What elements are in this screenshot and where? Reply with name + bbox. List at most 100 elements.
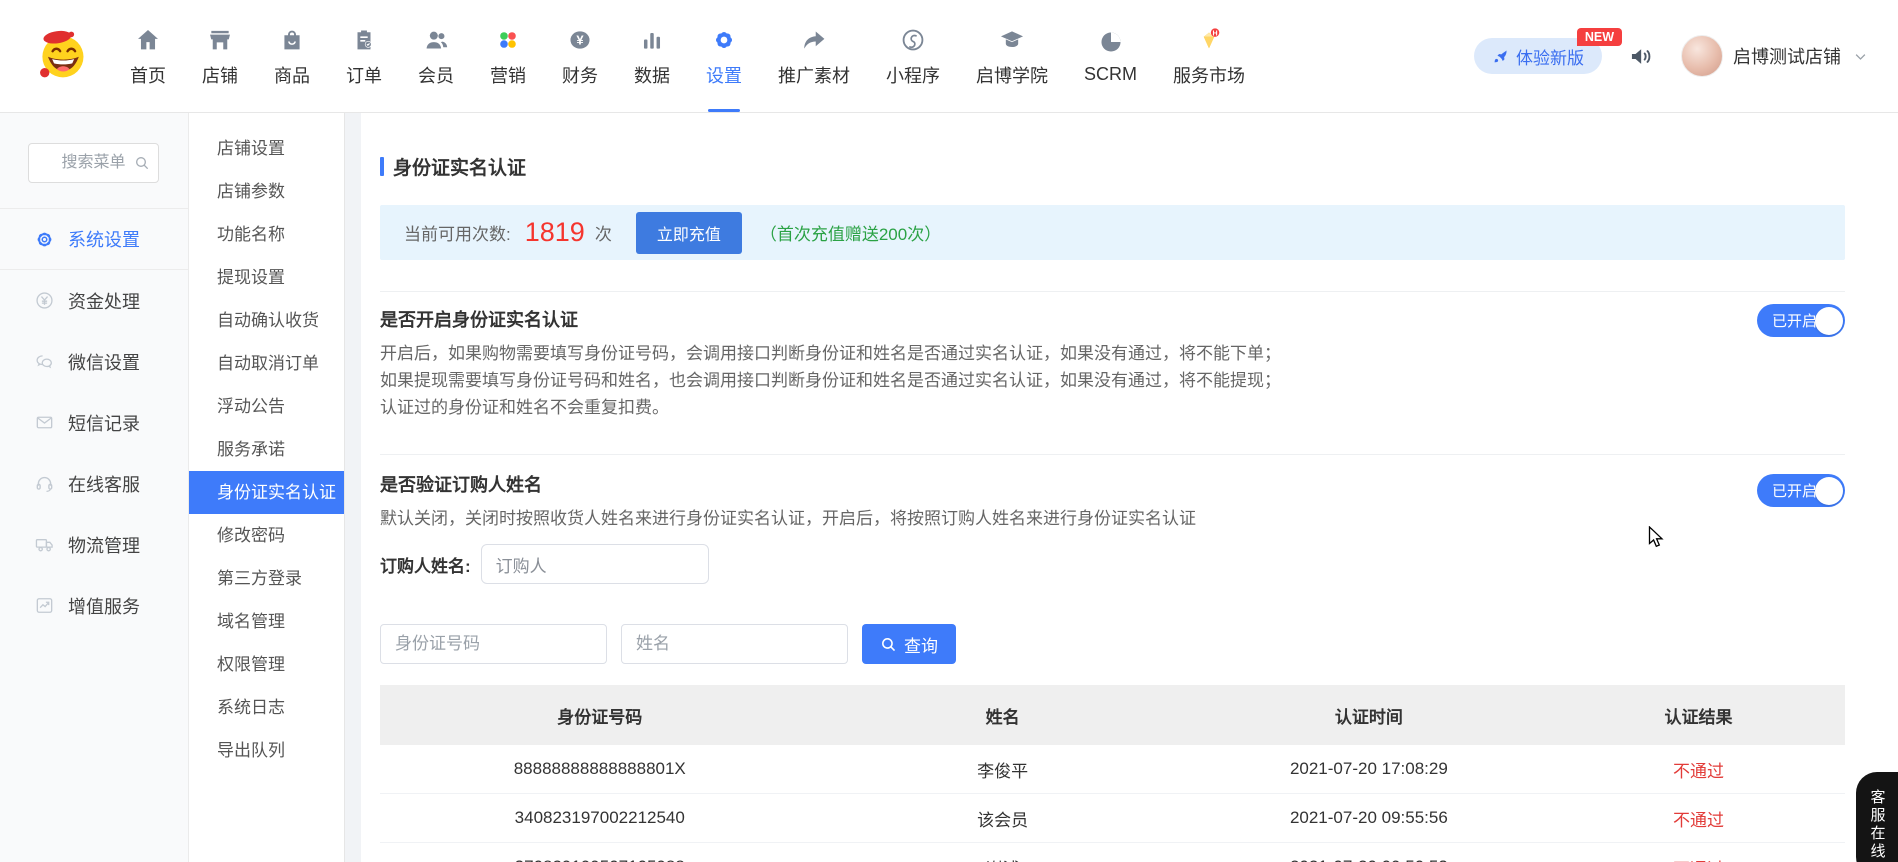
submenu-item[interactable]: 身份证实名认证 bbox=[189, 471, 344, 514]
cell-name: 李俊平 bbox=[820, 757, 1186, 782]
nav-item[interactable]: 订单 bbox=[346, 0, 382, 112]
section-title: 是否开启身份证实名认证 bbox=[380, 306, 1845, 332]
sidebar-item[interactable]: 系统设置 bbox=[0, 209, 188, 270]
vas-icon bbox=[33, 595, 55, 616]
submenu-item[interactable]: 域名管理 bbox=[189, 600, 344, 643]
main-nav: 首页 店铺 商品 订单 会员 营销 ¥ 财务 数据 bbox=[130, 0, 1245, 112]
nav-item[interactable]: ¥ 财务 bbox=[562, 0, 598, 112]
id-number-input[interactable] bbox=[380, 624, 607, 664]
sidebar-item[interactable]: 增值服务 bbox=[0, 575, 188, 636]
home-icon bbox=[135, 25, 161, 55]
submenu-item[interactable]: 第三方登录 bbox=[189, 557, 344, 600]
sidebar-item[interactable]: 短信记录 bbox=[0, 392, 188, 453]
sidebar-secondary: 店铺设置店铺参数功能名称提现设置自动确认收货自动取消订单浮动公告服务承诺身份证实… bbox=[189, 113, 345, 862]
nav-item[interactable]: 推广素材 bbox=[778, 0, 850, 112]
fund-icon bbox=[33, 290, 55, 311]
nav-item[interactable]: 设置 bbox=[706, 0, 742, 112]
submenu-item[interactable]: 自动取消订单 bbox=[189, 342, 344, 385]
nav-item-label: 首页 bbox=[130, 62, 166, 88]
sidebar-item[interactable]: 在线客服 bbox=[0, 453, 188, 514]
nav-item[interactable]: 营销 bbox=[490, 0, 526, 112]
nav-item[interactable]: 商品 bbox=[274, 0, 310, 112]
sidebar-primary: 系统设置 资金处理 微信设置 短信记录 在线客服 物流管理 bbox=[0, 113, 189, 862]
sidebar-item-label: 资金处理 bbox=[68, 288, 140, 314]
submenu-item[interactable]: 自动确认收货 bbox=[189, 299, 344, 342]
table-row[interactable]: 370829199507105988 谢浦 2021-07-20 09:50:5… bbox=[380, 843, 1845, 862]
nav-item[interactable]: SCRM bbox=[1084, 0, 1137, 112]
sidebar-item[interactable]: 资金处理 bbox=[0, 270, 188, 331]
customer-service-badge[interactable]: 客服在线 bbox=[1856, 772, 1898, 862]
buyer-name-toggle[interactable]: 已开启 bbox=[1757, 474, 1845, 507]
cell-auth-result: 不通过 bbox=[1552, 855, 1845, 862]
menu-search-input[interactable] bbox=[28, 143, 159, 183]
logistics-icon bbox=[33, 534, 55, 555]
col-header: 认证时间 bbox=[1186, 703, 1552, 728]
col-header: 姓名 bbox=[820, 703, 1186, 728]
nav-item[interactable]: 启博学院 bbox=[976, 0, 1048, 112]
quota-count: 1819 bbox=[525, 217, 585, 248]
cell-auth-result: 不通过 bbox=[1552, 806, 1845, 831]
topbar: 首页 店铺 商品 订单 会员 营销 ¥ 财务 数据 bbox=[0, 0, 1898, 113]
nav-item[interactable]: 首页 bbox=[130, 0, 166, 112]
recharge-button[interactable]: 立即充值 bbox=[636, 212, 742, 254]
nav-item[interactable]: 店铺 bbox=[202, 0, 238, 112]
nav-item[interactable]: 会员 bbox=[418, 0, 454, 112]
academy-icon bbox=[999, 25, 1025, 55]
nav-item-label: 店铺 bbox=[202, 62, 238, 88]
cell-name: 谢浦 bbox=[820, 855, 1186, 862]
col-header: 认证结果 bbox=[1552, 703, 1845, 728]
cell-id-number: 340823197002212540 bbox=[380, 808, 820, 828]
nav-item-label: 推广素材 bbox=[778, 62, 850, 88]
submenu-item[interactable]: 店铺设置 bbox=[189, 127, 344, 170]
sidebar-item-label: 在线客服 bbox=[68, 471, 140, 497]
cell-name: 该会员 bbox=[820, 806, 1186, 831]
quota-label: 当前可用次数: bbox=[404, 220, 511, 245]
sidebar-item-label: 短信记录 bbox=[68, 410, 140, 436]
submenu-item[interactable]: 功能名称 bbox=[189, 213, 344, 256]
new-badge: NEW bbox=[1577, 28, 1622, 46]
announcement-speaker-icon[interactable] bbox=[1628, 43, 1655, 70]
sidebar-item[interactable]: 物流管理 bbox=[0, 514, 188, 575]
submenu-item[interactable]: 权限管理 bbox=[189, 643, 344, 686]
data-icon bbox=[639, 25, 665, 55]
nav-item-label: SCRM bbox=[1084, 64, 1137, 85]
sidebar-item-label: 增值服务 bbox=[68, 593, 140, 619]
nav-item-label: 启博学院 bbox=[976, 62, 1048, 88]
submenu-item[interactable]: 修改密码 bbox=[189, 514, 344, 557]
query-button[interactable]: 查询 bbox=[862, 624, 956, 664]
section-description: 开启后，如果购物需要填写身份证号码，会调用接口判断身份证和姓名是否通过实名认证，… bbox=[380, 340, 1845, 421]
try-new-version-button[interactable]: 体验新版 NEW bbox=[1474, 38, 1602, 74]
submenu-item[interactable]: 导出队列 bbox=[189, 729, 344, 772]
nav-item[interactable]: H 服务市场 bbox=[1173, 0, 1245, 112]
shop-name: 启博测试店铺 bbox=[1733, 43, 1841, 69]
market-icon: H bbox=[1196, 25, 1222, 55]
app-logo-icon[interactable] bbox=[34, 26, 90, 87]
buyer-name-label: 订购人姓名: bbox=[380, 552, 471, 577]
nav-item-label: 商品 bbox=[274, 62, 310, 88]
account-menu[interactable]: 启博测试店铺 bbox=[1681, 35, 1868, 77]
nav-item-label: 小程序 bbox=[886, 62, 940, 88]
scrm-icon bbox=[1098, 27, 1124, 57]
table-row[interactable]: 340823197002212540 该会员 2021-07-20 09:55:… bbox=[380, 794, 1845, 843]
submenu-item[interactable]: 店铺参数 bbox=[189, 170, 344, 213]
svg-text:¥: ¥ bbox=[576, 32, 584, 47]
avatar bbox=[1681, 35, 1723, 77]
submenu-item[interactable]: 系统日志 bbox=[189, 686, 344, 729]
rocket-icon bbox=[1492, 48, 1509, 65]
sidebar-item[interactable]: 微信设置 bbox=[0, 331, 188, 392]
miniprogram-icon bbox=[900, 25, 926, 55]
submenu-item[interactable]: 服务承诺 bbox=[189, 428, 344, 471]
content-card: 身份证实名认证 当前可用次数: 1819 次 立即充值 （首次充值赠送200次）… bbox=[361, 113, 1898, 862]
menu-search-wrap bbox=[0, 113, 188, 209]
order-icon bbox=[351, 25, 377, 55]
cell-auth-time: 2021-07-20 09:55:56 bbox=[1186, 808, 1552, 828]
nav-item-label: 营销 bbox=[490, 62, 526, 88]
nav-item[interactable]: 小程序 bbox=[886, 0, 940, 112]
submenu-item[interactable]: 浮动公告 bbox=[189, 385, 344, 428]
buyer-name-input[interactable] bbox=[481, 544, 709, 584]
nav-item[interactable]: 数据 bbox=[634, 0, 670, 112]
id-auth-toggle[interactable]: 已开启 bbox=[1757, 304, 1845, 337]
name-input[interactable] bbox=[621, 624, 848, 664]
submenu-item[interactable]: 提现设置 bbox=[189, 256, 344, 299]
table-row[interactable]: 88888888888888801X 李俊平 2021-07-20 17:08:… bbox=[380, 745, 1845, 794]
